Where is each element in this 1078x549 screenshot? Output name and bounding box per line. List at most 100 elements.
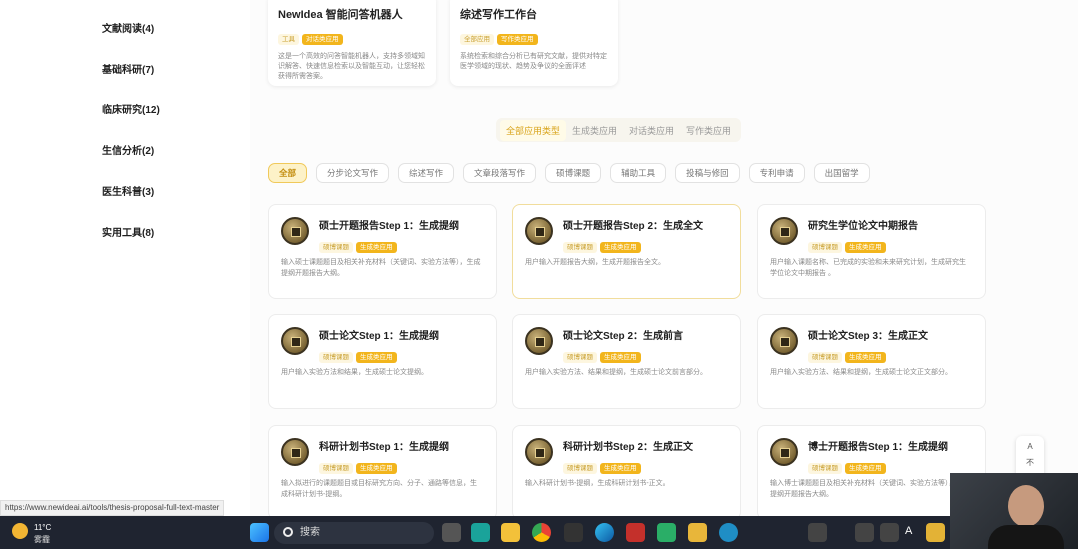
card-tag: 全部应用 — [460, 34, 494, 45]
sidebar-item-tools[interactable]: 实用工具(8) — [102, 224, 154, 239]
ime-indicator[interactable]: A — [905, 525, 912, 537]
tray-icon[interactable] — [855, 523, 874, 542]
card-tag: 硕博课题 — [319, 352, 353, 363]
card-tag: 硕博课题 — [563, 242, 597, 253]
card-description: 用户输入实验方法和结果，生成硕士论文提纲。 — [281, 369, 428, 376]
card-description: 用户输入实验方法、结果和提纲，生成硕士论文正文部分。 — [770, 369, 952, 376]
coin-icon — [525, 217, 553, 245]
tab-generation[interactable]: 生成类应用 — [566, 124, 623, 137]
card-title: 硕士论文Step 3：生成正文 — [808, 331, 929, 342]
app-card[interactable]: 硕士开题报告Step 2：生成全文 硕博课题 生成类应用 用户输入开题报告大纲，生… — [512, 204, 741, 299]
card-title: 硕士开题报告Step 1：生成提纲 — [319, 221, 460, 232]
card-description: 用户输入实验方法、结果和提纲，生成硕士论文前言部分。 — [525, 369, 707, 376]
app-type-tabs: 全部应用类型 生成类应用 对话类应用 写作类应用 — [496, 118, 742, 142]
main-content: NewIdea 智能问答机器人 工具 对话类应用 这是一个高效的问答智能机器人，支… — [250, 0, 1078, 516]
filter-study-abroad[interactable]: 出国留学 — [813, 163, 870, 183]
wps-icon[interactable] — [626, 523, 645, 542]
weather-icon — [12, 523, 28, 539]
app-card-qa-bot[interactable]: NewIdea 智能问答机器人 工具 对话类应用 这是一个高效的问答智能机器人，支… — [268, 0, 436, 86]
coin-icon — [770, 327, 798, 355]
windows-start-icon[interactable] — [250, 523, 269, 542]
coin-icon — [525, 438, 553, 466]
tab-writing[interactable]: 写作类应用 — [680, 124, 737, 137]
card-title: 博士开题报告Step 1：生成提纲 — [808, 442, 949, 453]
app-card[interactable]: 硕士论文Step 2：生成前言 硕博课题 生成类应用 用户输入实验方法、结果和提纲… — [512, 314, 741, 409]
translate-icon: A — [1027, 442, 1033, 451]
app-card[interactable]: 研究生学位论文中期报告 硕博课题 生成类应用 用户输入课题名称、已完成的实验和未来… — [757, 204, 986, 299]
card-description: 这是一个高效的问答智能机器人，支持多领域知识解答、快速信息检索以及智能互动，让您… — [278, 53, 425, 80]
card-title: 硕士论文Step 1：生成提纲 — [319, 331, 440, 342]
card-description: 输入拟进行的课题题目或目标研究方向、分子、通路等信息，生成科研计划书-提纲。 — [281, 480, 477, 498]
card-description: 输入博士课题题目及相关补充材料（关键词、实验方法等），生成提纲开题报告大纲。 — [770, 480, 970, 498]
tray-icon[interactable] — [926, 523, 945, 542]
tray-icon[interactable] — [808, 523, 827, 542]
app-card[interactable]: 硕士论文Step 1：生成提纲 硕博课题 生成类应用 用户输入实验方法和结果，生成… — [268, 314, 497, 409]
app-card[interactable]: 硕士论文Step 3：生成正文 硕博课题 生成类应用 用户输入实验方法、结果和提纲… — [757, 314, 986, 409]
card-tag: 生成类应用 — [356, 463, 397, 474]
windows-taskbar: 11°C 雾霾 搜索 A — [0, 516, 1078, 549]
tab-all-types[interactable]: 全部应用类型 — [500, 119, 567, 141]
app-icon[interactable] — [564, 523, 583, 542]
app-card-review-workbench[interactable]: 综述写作工作台 全部应用 写作类应用 系统检索和综合分析已有研究文献，提供对特定医… — [450, 0, 618, 86]
file-explorer-icon[interactable] — [501, 523, 520, 542]
card-tag: 硕博课题 — [808, 463, 842, 474]
card-tag: 生成类应用 — [845, 242, 886, 253]
filter-patent[interactable]: 专利申请 — [748, 163, 805, 183]
category-sidebar: 文献阅读(4) 基础科研(7) 临床研究(12) 生信分析(2) 医生科普(3)… — [0, 0, 250, 520]
app-icon[interactable] — [471, 523, 490, 542]
coin-icon — [281, 438, 309, 466]
filter-submission[interactable]: 投稿与修回 — [675, 163, 740, 183]
filter-review[interactable]: 综述写作 — [398, 163, 455, 183]
filter-aux-tools[interactable]: 辅助工具 — [610, 163, 667, 183]
link-status-bar: https://www.newideai.ai/tools/thesis-pro… — [0, 500, 225, 516]
card-tag: 生成类应用 — [600, 352, 641, 363]
card-tag: 硕博课题 — [808, 242, 842, 253]
filter-stepwise-paper[interactable]: 分步论文写作 — [316, 163, 390, 183]
card-tag: 生成类应用 — [356, 352, 397, 363]
task-view-icon[interactable] — [442, 523, 461, 542]
app-card[interactable]: 科研计划书Step 2：生成正文 硕博课题 生成类应用 输入科研计划书-提纲，生成… — [512, 425, 741, 516]
weather-condition: 雾霾 — [34, 535, 50, 544]
person-body — [988, 525, 1064, 549]
filter-chips: 全部 分步论文写作 综述写作 文章段落写作 硕博课题 辅助工具 投稿与修回 专利… — [268, 163, 870, 183]
card-description: 系统检索和综合分析已有研究文献，提供对特定医学领域的现状、趋势及争议的全面评述 — [460, 53, 607, 70]
webcam-overlay — [950, 473, 1078, 549]
card-tag: 生成类应用 — [600, 463, 641, 474]
card-description: 用户输入开题报告大纲，生成开题报告全文。 — [525, 259, 665, 266]
app-card[interactable]: 硕士开题报告Step 1：生成提纲 硕博课题 生成类应用 输入硕士课题题目及相关补… — [268, 204, 497, 299]
card-title: 硕士论文Step 2：生成前言 — [563, 331, 684, 342]
card-description: 输入科研计划书-提纲，生成科研计划书-正文。 — [525, 480, 670, 487]
card-tag: 生成类应用 — [845, 352, 886, 363]
weather-temperature: 11°C — [34, 523, 52, 532]
sidebar-item-clinical[interactable]: 临床研究(12) — [102, 101, 160, 116]
card-tag: 硕博课题 — [319, 463, 353, 474]
tab-dialogue[interactable]: 对话类应用 — [623, 124, 680, 137]
card-tag: 生成类应用 — [356, 242, 397, 253]
sidebar-item-basic-research[interactable]: 基础科研(7) — [102, 61, 154, 76]
card-title: NewIdea 智能问答机器人 — [278, 9, 403, 21]
filter-paragraph[interactable]: 文章段落写作 — [463, 163, 537, 183]
sidebar-item-literature[interactable]: 文献阅读(4) — [102, 20, 154, 35]
filter-all[interactable]: 全部 — [268, 163, 308, 183]
filter-thesis[interactable]: 硕博课题 — [545, 163, 602, 183]
edge-icon[interactable] — [595, 523, 614, 542]
app-card[interactable]: 科研计划书Step 1：生成提纲 硕博课题 生成类应用 输入拟进行的课题题目或目标… — [268, 425, 497, 516]
app-icon[interactable] — [719, 523, 738, 542]
taskbar-search[interactable]: 搜索 — [274, 522, 434, 544]
weather-widget[interactable]: 11°C 雾霾 — [8, 519, 68, 547]
sidebar-item-bioinfo[interactable]: 生信分析(2) — [102, 142, 154, 157]
coin-icon — [770, 438, 798, 466]
card-tag: 硕博课题 — [563, 352, 597, 363]
card-title: 综述写作工作台 — [460, 9, 537, 21]
chrome-icon[interactable] — [532, 523, 551, 542]
card-title: 研究生学位论文中期报告 — [808, 221, 918, 232]
wechat-icon[interactable] — [657, 523, 676, 542]
coin-icon — [281, 217, 309, 245]
app-icon[interactable] — [688, 523, 707, 542]
tray-icon[interactable] — [880, 523, 899, 542]
search-label: 搜索 — [300, 527, 320, 538]
card-tag: 硕博课题 — [808, 352, 842, 363]
sidebar-item-science-pop[interactable]: 医生科普(3) — [102, 183, 154, 198]
card-title: 科研计划书Step 1：生成提纲 — [319, 442, 450, 453]
card-tag: 对话类应用 — [302, 34, 343, 45]
